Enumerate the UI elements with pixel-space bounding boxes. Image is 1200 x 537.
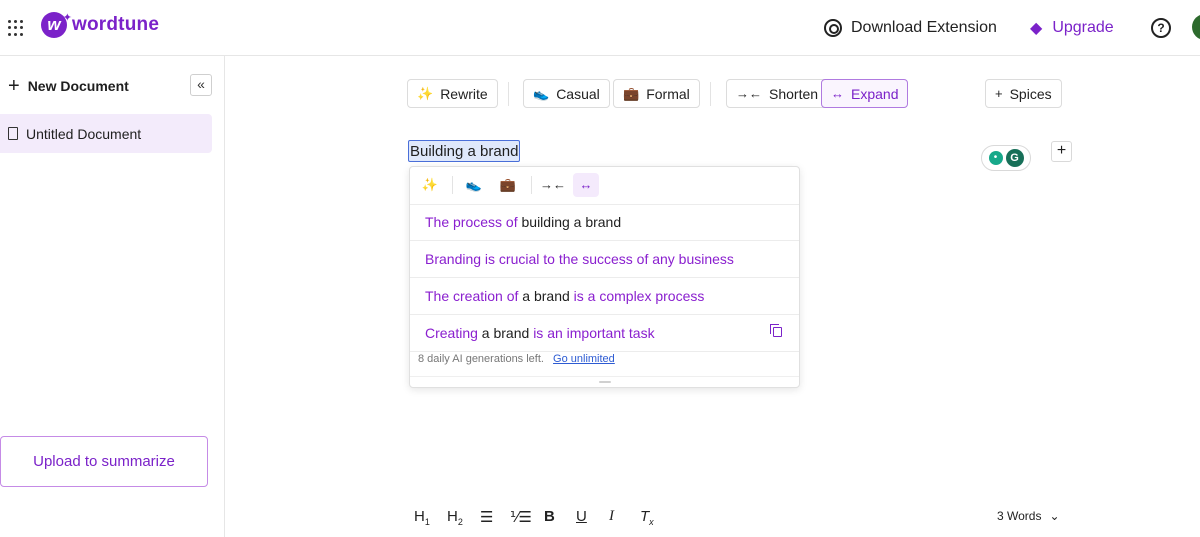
file-icon [8, 127, 18, 140]
collapse-sidebar-button[interactable]: « [190, 74, 212, 96]
suggestion-item[interactable]: The creation of a brand is a complex pro… [410, 278, 799, 315]
help-icon[interactable]: ? [1151, 18, 1171, 38]
shorten-button[interactable]: →← Shorten [726, 79, 829, 108]
sparkle-icon: ✨ [417, 85, 434, 101]
expand-icon[interactable]: ↔ [573, 173, 599, 197]
clear-format-button[interactable]: Tx [640, 508, 654, 527]
popup-toolbar: ✨ 👟 💼 →← ↔ [410, 167, 799, 205]
formal-icon[interactable]: 💼 [495, 173, 521, 197]
suggestions-popup: ✨ 👟 💼 →← ↔ The process of building a bra… [409, 166, 800, 388]
heading1-button[interactable]: H1 [414, 508, 430, 527]
casual-button[interactable]: 👟 Casual [523, 79, 610, 108]
apps-grid-icon[interactable] [8, 20, 24, 36]
suggestion-segment: The creation of [425, 288, 523, 304]
suggestion-segment: building a brand [521, 214, 622, 230]
lightbulb-icon: • [988, 151, 1003, 165]
generations-left-text: 8 daily AI generations left. [418, 353, 544, 365]
upgrade-label: Upgrade [1052, 19, 1114, 36]
suggestion-item[interactable]: The process of building a brand [410, 204, 799, 241]
formal-label: Formal [646, 85, 690, 102]
suggestion-segment: a brand [477, 325, 534, 341]
download-extension-label: Download Extension [851, 19, 997, 36]
grammarly-icon: G [1005, 149, 1024, 167]
new-document-button[interactable]: + New Document [8, 75, 129, 97]
suggestion-segment: is a complex process [569, 288, 705, 304]
casual-label: Casual [556, 85, 600, 102]
suggestion-segment: Creating [425, 325, 478, 341]
suggestion-item[interactable]: Branding is crucial to the success of an… [410, 241, 799, 278]
popup-footer: 8 daily AI generations left. Go unlimite… [418, 353, 615, 365]
casual-icon[interactable]: 👟 [461, 173, 487, 197]
chevron-down-icon: ⌄ [1049, 509, 1060, 523]
suggestion-segment: a brand [522, 288, 570, 304]
underline-button[interactable]: U [576, 508, 587, 525]
rewrite-button[interactable]: ✨ Rewrite [407, 79, 498, 108]
selected-text[interactable]: Building a brand [408, 140, 521, 162]
numbered-list-icon[interactable]: ⅟☰ [510, 508, 532, 526]
gem-icon: ◆ [1030, 20, 1043, 37]
copy-icon[interactable] [770, 324, 782, 337]
suggestion-segment: is an important task [533, 325, 655, 341]
bullet-list-icon[interactable]: ☰ [480, 508, 493, 526]
suggestion-item[interactable]: Creating a brand is an important task [410, 315, 799, 352]
plus-icon: + [8, 75, 20, 97]
resize-grip-icon[interactable] [599, 381, 611, 383]
chrome-icon [824, 19, 842, 37]
spices-label: Spices [1009, 85, 1052, 102]
word-count-label: 3 Words [997, 509, 1042, 523]
upload-to-summarize-button[interactable]: Upload to summarize [0, 436, 208, 487]
upgrade-button[interactable]: ◆ Upgrade [1030, 16, 1114, 40]
sidebar-item-label: Untitled Document [26, 125, 142, 142]
wordtune-logo-icon[interactable]: w ✦ [41, 12, 72, 38]
rewrite-label: Rewrite [440, 85, 488, 102]
new-document-label: New Document [27, 78, 129, 94]
go-unlimited-link[interactable]: Go unlimited [553, 353, 615, 365]
suggestion-segment: The process of [425, 214, 522, 230]
add-block-button[interactable]: + [1051, 141, 1072, 162]
sneaker-icon: 👟 [533, 85, 550, 101]
toolbar-divider [508, 82, 509, 106]
compress-icon: →← [736, 86, 762, 101]
heading2-button[interactable]: H2 [447, 508, 463, 527]
toolbar-divider [710, 82, 711, 106]
rewrite-icon[interactable]: ✨ [417, 173, 443, 197]
logo-sparkle-icon: ✦ [62, 12, 72, 24]
popup-divider [531, 176, 532, 194]
shorten-icon[interactable]: →← [540, 173, 566, 197]
briefcase-icon: 💼 [623, 85, 640, 101]
expand-button[interactable]: ↔ Expand [821, 79, 909, 108]
logo-letter: w [47, 15, 61, 34]
grammarly-widget[interactable]: • G [981, 145, 1031, 171]
spices-button[interactable]: + Spices [985, 79, 1062, 108]
expand-label: Expand [851, 85, 899, 102]
shorten-label: Shorten [769, 85, 819, 102]
suggestion-segment: Branding is crucial to the success of an… [425, 251, 734, 267]
bold-button[interactable]: B [544, 508, 555, 525]
word-count-dropdown[interactable]: 3 Words ⌄ [997, 509, 1060, 523]
download-extension-button[interactable]: Download Extension [824, 16, 997, 40]
formal-button[interactable]: 💼 Formal [613, 79, 700, 108]
sidebar-item-untitled-document[interactable]: Untitled Document [0, 114, 212, 153]
popup-divider [452, 176, 453, 194]
top-header [0, 0, 1200, 56]
plus-icon: + [995, 86, 1003, 101]
italic-button[interactable]: I [609, 508, 614, 525]
expand-icon: ↔ [831, 86, 844, 101]
popup-divider [410, 376, 799, 377]
logo-text[interactable]: wordtune [72, 14, 159, 36]
